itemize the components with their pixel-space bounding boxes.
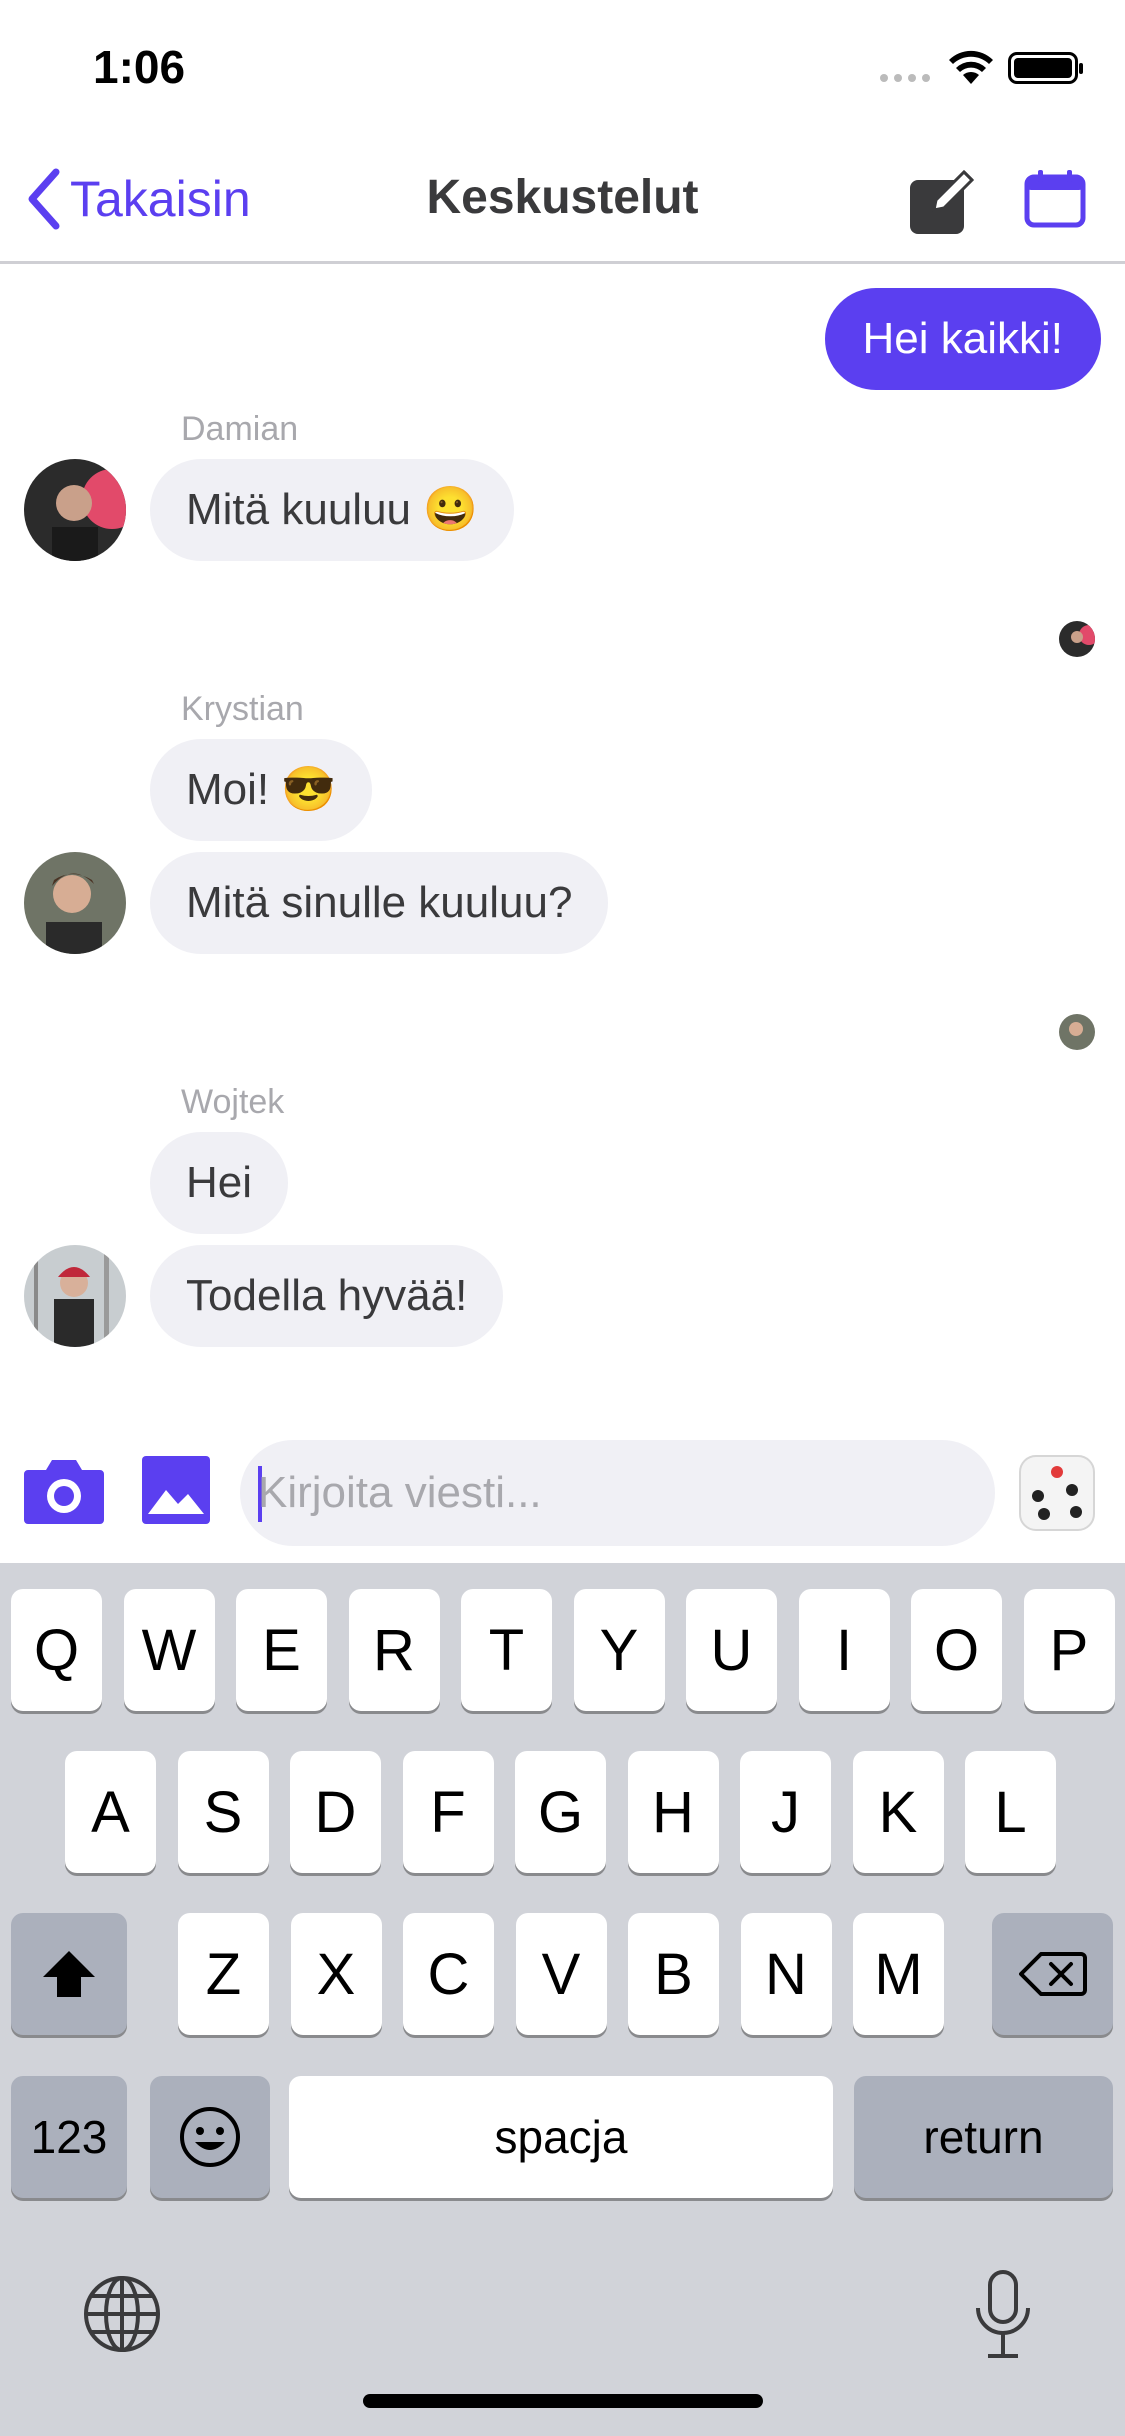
back-label: Takaisin <box>70 171 251 227</box>
shift-key[interactable] <box>11 1913 127 2035</box>
back-chevron-icon <box>28 168 60 230</box>
key-o[interactable]: O <box>911 1589 1002 1711</box>
microphone-icon[interactable] <box>972 2268 1034 2360</box>
key-x[interactable]: X <box>290 1913 382 2035</box>
emoji-icon <box>180 2107 240 2167</box>
signal-icon <box>880 74 930 82</box>
avatar[interactable] <box>24 1245 126 1347</box>
dice-icon[interactable] <box>1014 1450 1100 1536</box>
avatar[interactable] <box>24 459 126 561</box>
shift-icon <box>43 1951 95 1997</box>
key-n[interactable]: N <box>740 1913 832 2035</box>
home-indicator <box>363 2394 763 2408</box>
globe-icon[interactable] <box>82 2274 162 2354</box>
key-z[interactable]: Z <box>178 1913 269 2035</box>
sender-name: Damian <box>181 410 299 448</box>
key-d[interactable]: D <box>290 1751 381 1873</box>
key-j[interactable]: J <box>740 1751 831 1873</box>
backspace-icon <box>1018 1952 1087 1996</box>
compose-icon[interactable] <box>906 166 976 236</box>
incoming-message[interactable]: Mitä sinulle kuuluu? <box>150 852 609 954</box>
message-input-placeholder: Kirjoita viesti... <box>258 1468 542 1517</box>
status-time: 1:06 <box>93 41 186 93</box>
avatar[interactable] <box>24 852 126 954</box>
key-r[interactable]: R <box>348 1589 440 1711</box>
image-icon[interactable] <box>140 1454 212 1526</box>
incoming-message[interactable]: Todella hyvää! <box>150 1245 504 1347</box>
message-composer: Kirjoita viesti... <box>0 1418 1125 1563</box>
incoming-message[interactable]: Moi! 😎 <box>150 739 373 841</box>
key-i[interactable]: I <box>798 1589 890 1711</box>
key-q[interactable]: Q <box>11 1589 102 1711</box>
numbers-key[interactable]: 123 <box>11 2076 127 2198</box>
read-receipt-avatar <box>1059 621 1095 657</box>
sender-name: Krystian <box>181 690 304 728</box>
incoming-message[interactable]: Mitä kuuluu 😀 <box>150 459 515 561</box>
read-receipt-avatar <box>1059 1014 1095 1050</box>
incoming-message[interactable]: Hei <box>150 1132 289 1234</box>
key-l[interactable]: L <box>965 1751 1056 1873</box>
sender-name: Wojtek <box>181 1083 285 1121</box>
key-p[interactable]: P <box>1023 1589 1115 1711</box>
battery-icon <box>1008 52 1083 84</box>
key-v[interactable]: V <box>515 1913 607 2035</box>
key-s[interactable]: S <box>177 1751 269 1873</box>
key-c[interactable]: C <box>403 1913 494 2035</box>
key-h[interactable]: H <box>627 1751 719 1873</box>
key-f[interactable]: F <box>402 1751 494 1873</box>
key-a[interactable]: A <box>65 1751 156 1873</box>
key-w[interactable]: W <box>123 1589 215 1711</box>
key-b[interactable]: B <box>628 1913 719 2035</box>
navigation-bar: Keskustelut Takaisin <box>0 140 1125 264</box>
emoji-key[interactable] <box>150 2076 270 2198</box>
key-e[interactable]: E <box>236 1589 327 1711</box>
outgoing-message[interactable]: Hei kaikki! <box>824 288 1101 390</box>
key-y[interactable]: Y <box>573 1589 665 1711</box>
message-input[interactable]: Kirjoita viesti... <box>240 1440 995 1546</box>
camera-icon[interactable] <box>22 1454 106 1526</box>
key-t[interactable]: T <box>461 1589 552 1711</box>
space-key[interactable]: spacja <box>289 2076 833 2198</box>
key-k[interactable]: K <box>852 1751 944 1873</box>
return-key[interactable]: return <box>854 2076 1113 2198</box>
back-button[interactable]: Takaisin <box>26 168 251 230</box>
key-m[interactable]: M <box>853 1913 944 2035</box>
backspace-key[interactable] <box>992 1913 1113 2035</box>
calendar-icon[interactable] <box>1024 170 1086 228</box>
wifi-icon <box>949 50 993 84</box>
keyboard: 123 spacja return QWERTYUIOP ASDFGHJKL ZXC… <box>0 1563 1125 2436</box>
key-u[interactable]: U <box>686 1589 777 1711</box>
key-g[interactable]: G <box>515 1751 606 1873</box>
